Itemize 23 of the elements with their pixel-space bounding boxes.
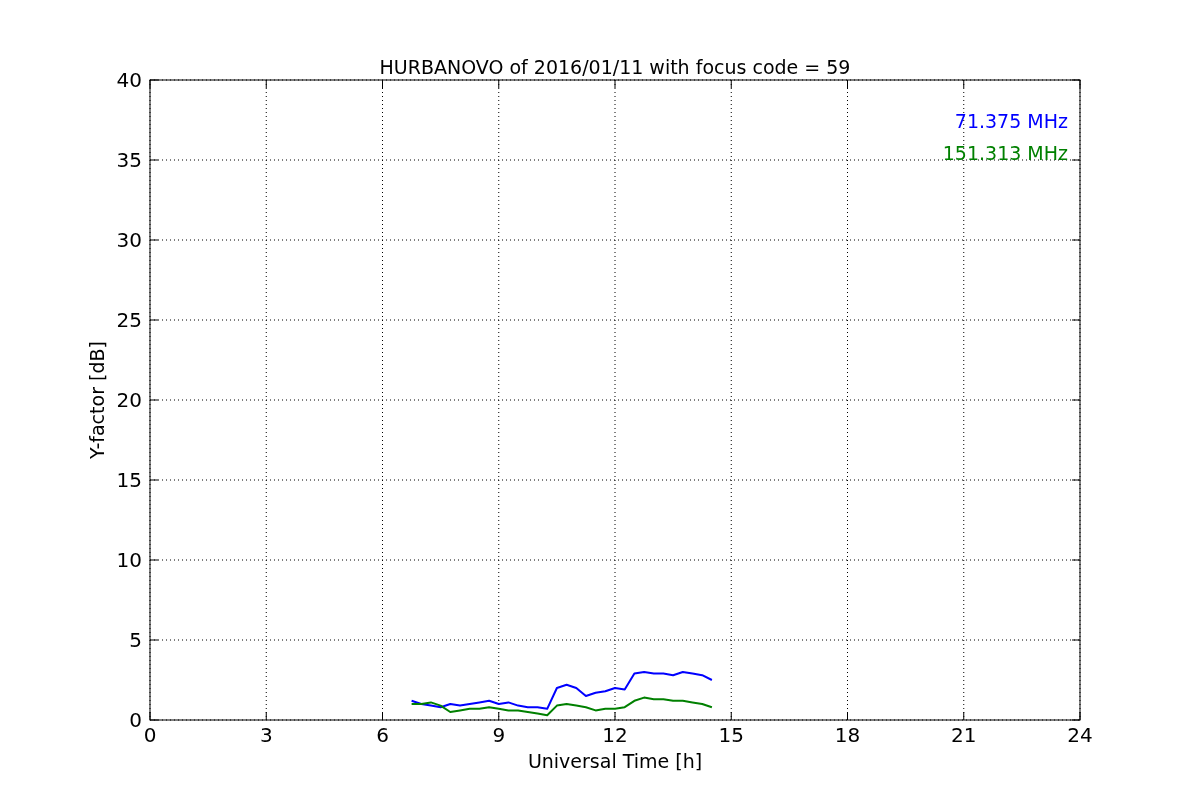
tick-label: 15 <box>116 468 142 492</box>
tick-label: 40 <box>116 68 142 92</box>
legend-label: 71.375 MHz <box>954 110 1068 132</box>
tick-label: 0 <box>143 723 157 747</box>
tick-label: 35 <box>116 148 142 172</box>
tick-label: 24 <box>1067 723 1093 747</box>
tick-label: 25 <box>116 308 142 332</box>
tick-label: 12 <box>602 723 628 747</box>
tick-label: 15 <box>718 723 744 747</box>
tick-label: 18 <box>834 723 861 747</box>
legend-label: 151.313 MHz <box>942 142 1068 164</box>
tick-label: 0 <box>129 708 142 732</box>
chart-title: HURBANOVO of 2016/01/11 with focus code = 59 <box>379 56 851 78</box>
tick-label: 21 <box>951 723 977 747</box>
tick-label: 20 <box>116 388 142 412</box>
x-axis-label: Universal Time [h] <box>527 750 703 772</box>
tick-label: 9 <box>492 723 506 747</box>
y-axis-label: Y-factor [dB] <box>86 341 108 459</box>
tick-label: 30 <box>116 228 142 252</box>
tick-label: 3 <box>259 723 273 747</box>
tick-label: 5 <box>129 628 142 652</box>
tick-label: 10 <box>116 548 142 572</box>
tick-label: 6 <box>376 723 389 747</box>
